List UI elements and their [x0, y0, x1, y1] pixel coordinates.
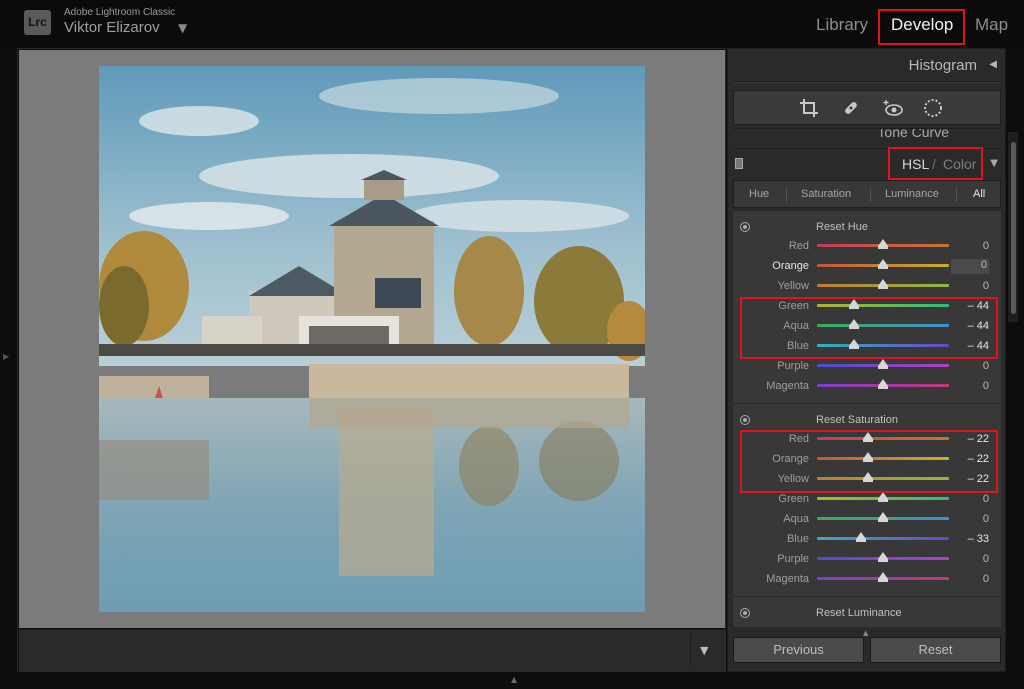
masking-icon[interactable] [922, 97, 944, 119]
hue-target-adjust-icon[interactable] [740, 222, 750, 232]
slider-value[interactable]: 0 [951, 280, 989, 292]
slider-value[interactable]: 0 [951, 573, 989, 585]
slider-thumb[interactable] [878, 359, 888, 369]
lightroom-window: Lrc Adobe Lightroom Classic Viktor Eliza… [0, 0, 1024, 689]
left-panel-toggle-icon[interactable]: ▶ [3, 352, 9, 361]
panel-scroll-thumb[interactable] [1011, 142, 1016, 314]
user-name[interactable]: Viktor Elizarov [64, 19, 160, 36]
slider-label: Red [788, 240, 809, 252]
slider-label: Green [778, 493, 809, 505]
slider-label: Purple [777, 553, 809, 565]
histogram-collapse-icon[interactable]: ◀ [989, 59, 997, 70]
slider-label: Orange [772, 260, 809, 272]
slider-thumb[interactable] [878, 259, 888, 269]
slider-thumb[interactable] [878, 279, 888, 289]
saturation-target-adjust-icon[interactable] [740, 415, 750, 425]
slider-track[interactable] [817, 537, 949, 540]
slider-thumb[interactable] [878, 379, 888, 389]
slider-thumb[interactable] [878, 552, 888, 562]
slider-row-red: Red 0 [733, 237, 1001, 257]
bottom-panel-toggle-icon[interactable]: ▲ [511, 675, 517, 684]
slider-value[interactable]: 0 [951, 240, 989, 252]
slider-label: Magenta [766, 380, 809, 392]
slider-thumb[interactable] [878, 492, 888, 502]
section-divider [733, 596, 1001, 597]
previous-button[interactable]: Previous [733, 637, 864, 663]
filmstrip-divider [690, 634, 691, 666]
slider-value[interactable]: – 33 [951, 533, 989, 545]
slider-row-yellow: Yellow 0 [733, 277, 1001, 297]
histogram-label: Histogram [908, 57, 977, 74]
slider-row-blue: Blue – 33 [733, 530, 1001, 550]
red-eye-icon[interactable] [882, 97, 904, 119]
luminance-section-header: Reset Luminance [733, 605, 1001, 623]
slider-label: Purple [777, 360, 809, 372]
module-map[interactable]: Map [975, 15, 1008, 35]
saturation-section-header: Reset Saturation [733, 412, 1001, 430]
slider-label: Aqua [783, 513, 809, 525]
slider-thumb[interactable] [878, 239, 888, 249]
tab-divider [870, 188, 871, 202]
toolbar-menu-caret-icon[interactable]: ▼ [700, 644, 708, 657]
slider-label: Yellow [777, 280, 809, 292]
user-menu-caret-icon[interactable]: ▼ [178, 21, 187, 35]
slider-row-magenta: Magenta 0 [733, 377, 1001, 397]
slider-value[interactable]: 0 [951, 259, 989, 274]
slider-row-purple: Purple 0 [733, 357, 1001, 377]
hue-cool-highlight-box [740, 297, 998, 359]
hue-section-header: Reset Hue [733, 219, 1001, 237]
tool-strip [733, 90, 1001, 125]
reset-luminance-label[interactable]: Reset Luminance [816, 607, 902, 619]
slider-thumb[interactable] [878, 572, 888, 582]
tone-curve-label: Tone Curve [877, 128, 949, 140]
panel-end-marker-icon: ▲ [863, 629, 869, 637]
slider-row-aqua: Aqua 0 [733, 510, 1001, 530]
hsl-collapse-icon[interactable]: ▼ [990, 158, 998, 169]
slider-value[interactable]: 0 [951, 380, 989, 392]
photo-preview [99, 66, 645, 612]
tab-all[interactable]: All [973, 188, 985, 200]
reset-hue-label[interactable]: Reset Hue [816, 221, 868, 233]
slider-thumb[interactable] [878, 512, 888, 522]
histogram-header[interactable]: Histogram ◀ [733, 52, 1001, 78]
tab-saturation[interactable]: Saturation [801, 188, 851, 200]
hsl-body: Reset Hue Red 0 Orange 0 Yellow 0 Green – 44 Aqu… [733, 211, 1001, 627]
filmstrip-bar [19, 629, 725, 671]
slider-thumb[interactable] [856, 532, 867, 542]
photo-image [99, 66, 645, 612]
slider-value[interactable]: 0 [951, 360, 989, 372]
slider-row-green: Green 0 [733, 490, 1001, 510]
crop-icon[interactable] [798, 97, 820, 119]
slider-row-orange: Orange 0 [733, 257, 1001, 277]
tab-luminance[interactable]: Luminance [885, 188, 939, 200]
app-name: Adobe Lightroom Classic [64, 7, 176, 18]
slider-label: Blue [786, 533, 809, 545]
slider-row-purple: Purple 0 [733, 550, 1001, 570]
hsl-panel-switch[interactable] [735, 158, 743, 169]
lrc-logo: Lrc [24, 10, 51, 35]
histogram-divider [733, 81, 1001, 83]
slider-value[interactable]: 0 [951, 553, 989, 565]
hsl-highlight-box [888, 147, 983, 180]
top-bar: Lrc Adobe Lightroom Classic Viktor Eliza… [0, 0, 1024, 46]
slider-label: Magenta [766, 573, 809, 585]
healing-icon[interactable] [840, 97, 862, 119]
reset-saturation-label[interactable]: Reset Saturation [816, 414, 898, 426]
tone-curve-header[interactable]: Tone Curve [733, 128, 1001, 142]
slider-value[interactable]: 0 [951, 513, 989, 525]
slider-value[interactable]: 0 [951, 493, 989, 505]
tab-hue[interactable]: Hue [749, 188, 769, 200]
slider-row-magenta: Magenta 0 [733, 570, 1001, 590]
saturation-warm-highlight-box [740, 430, 998, 493]
tab-divider [956, 188, 957, 202]
module-library[interactable]: Library [816, 15, 868, 35]
develop-highlight-box [878, 9, 965, 45]
hsl-tabs: Hue Saturation Luminance All [733, 180, 1001, 208]
reset-button[interactable]: Reset [870, 637, 1001, 663]
tab-divider [786, 188, 787, 202]
section-divider [733, 403, 1001, 404]
luminance-target-adjust-icon[interactable] [740, 608, 750, 618]
